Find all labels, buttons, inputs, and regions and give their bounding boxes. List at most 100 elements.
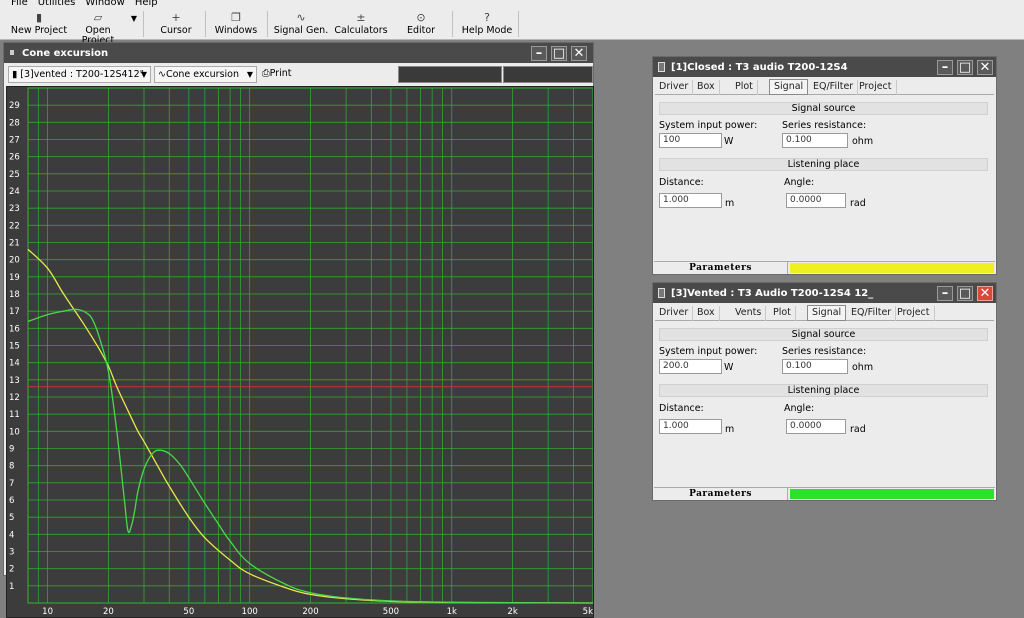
param-window-closed-titlebar[interactable]: [1]Closed : T3 audio T200-12S4 – □ ✕ <box>653 57 996 77</box>
status-indicator <box>790 489 994 499</box>
menu-file[interactable]: File <box>11 0 28 8</box>
plot-type-select[interactable]: ∿Cone excursion ▼ <box>154 66 257 83</box>
y-tick-label: 13 <box>9 376 20 386</box>
tab-plot[interactable]: Plot <box>769 306 796 321</box>
cursor-icon: + <box>171 11 181 24</box>
tab-box[interactable]: Box <box>693 80 720 95</box>
y-tick-label: 5 <box>9 513 14 523</box>
new-project-button[interactable]: ▮ New Project <box>8 9 70 40</box>
power-label: System input power: <box>659 120 758 131</box>
toolbar-separator <box>205 11 206 37</box>
angle-label: Angle: <box>784 403 815 414</box>
param-window-vented: [3]Vented : T3 Audio T200-12S4 12_ – □ ✕… <box>652 282 997 501</box>
y-tick-label: 18 <box>9 290 20 300</box>
project-select[interactable]: ▮ [3]vented : T200-12S412" ▼ <box>8 66 151 83</box>
signal-source-header: Signal source <box>659 102 988 115</box>
distance-input[interactable]: 1.000 <box>659 193 722 208</box>
resistance-unit: ohm <box>852 362 874 373</box>
tab-signal[interactable]: Signal <box>769 79 809 95</box>
tab-eq-filter[interactable]: EQ/Filter <box>809 80 859 95</box>
menu-window[interactable]: Window <box>85 0 124 8</box>
tab-vents[interactable]: Vents <box>731 306 767 321</box>
status-label: Parameters <box>654 488 788 500</box>
project-select-value: [3]vented : T200-12S412" <box>20 69 145 80</box>
angle-input[interactable]: 0.0000 <box>786 419 846 434</box>
open-project-dropdown[interactable]: ▼ <box>128 14 140 24</box>
y-tick-label: 29 <box>9 101 20 111</box>
tab-box[interactable]: Box <box>693 306 720 321</box>
main-toolbar: ▮ New Project ▱ Open Project ▼ + Cursor … <box>0 9 1024 46</box>
angle-input[interactable]: 0.0000 <box>786 193 846 208</box>
param-window-title: [1]Closed : T3 audio T200-12S4 <box>671 62 848 73</box>
status-indicator <box>790 263 994 273</box>
help-mode-button[interactable]: ? Help Mode <box>458 9 516 40</box>
param-window-vented-titlebar[interactable]: [3]Vented : T3 Audio T200-12S4 12_ – □ ✕ <box>653 283 996 303</box>
power-input[interactable]: 100 <box>659 133 722 148</box>
y-tick-label: 16 <box>9 324 20 334</box>
status-label: Parameters <box>654 262 788 274</box>
close-icon[interactable]: ✕ <box>977 60 993 75</box>
chevron-down-icon: ▼ <box>130 14 138 23</box>
print-label: Print <box>269 68 292 79</box>
maximize-icon[interactable]: □ <box>957 60 973 75</box>
toolbar-separator <box>267 11 268 37</box>
minimize-icon[interactable]: – <box>937 286 953 301</box>
graph-window: Cone excursion – □ ✕ ▮ [3]vented : T200-… <box>3 42 594 618</box>
toolbar-separator <box>518 11 519 37</box>
tab-plot[interactable]: Plot <box>731 80 758 95</box>
printer-icon: ⎙ <box>262 68 270 79</box>
window-menu-icon[interactable] <box>10 50 14 55</box>
menu-help[interactable]: Help <box>135 0 158 8</box>
resistance-input[interactable]: 0.100 <box>782 133 848 148</box>
power-label: System input power: <box>659 346 758 357</box>
distance-input[interactable]: 1.000 <box>659 419 722 434</box>
open-project-button[interactable]: ▱ Open Project <box>68 9 128 46</box>
cursor-readout-2 <box>503 66 593 83</box>
tab-driver[interactable]: Driver <box>655 80 694 95</box>
windows-icon: ❐ <box>231 11 241 24</box>
resistance-input[interactable]: 0.100 <box>782 359 848 374</box>
print-button[interactable]: ⎙Print <box>259 66 303 83</box>
window-menu-icon[interactable] <box>658 288 665 298</box>
y-tick-label: 22 <box>9 221 20 231</box>
plot-type-select-value: Cone excursion <box>165 69 240 80</box>
resistance-label: Series resistance: <box>782 346 867 357</box>
y-tick-label: 25 <box>9 170 20 180</box>
tab-driver[interactable]: Driver <box>655 306 694 321</box>
tab-project[interactable]: Project <box>855 80 897 95</box>
maximize-icon[interactable]: □ <box>551 46 567 61</box>
param-tabs: Driver Box Plot Signal EQ/Filter Project <box>655 79 994 95</box>
cursor-button[interactable]: + Cursor <box>150 9 202 40</box>
y-tick-label: 14 <box>9 359 20 369</box>
window-menu-icon[interactable] <box>658 62 665 72</box>
signal-generator-icon: ∿ <box>296 11 306 24</box>
tab-signal[interactable]: Signal <box>807 305 847 321</box>
windows-button[interactable]: ❐ Windows <box>210 9 262 40</box>
tab-eq-filter[interactable]: EQ/Filter <box>847 306 897 321</box>
tab-project[interactable]: Project <box>893 306 935 321</box>
close-icon[interactable]: ✕ <box>977 286 993 301</box>
close-icon[interactable]: ✕ <box>571 46 587 61</box>
y-tick-label: 17 <box>9 307 20 317</box>
minimize-icon[interactable]: – <box>937 60 953 75</box>
y-tick-label: 15 <box>9 342 20 352</box>
chevron-down-icon: ▼ <box>140 70 147 79</box>
calculators-label: Calculators <box>334 25 388 36</box>
distance-unit: m <box>725 198 735 209</box>
minimize-icon[interactable]: – <box>531 46 547 61</box>
editor-button[interactable]: ⊙ Editor <box>394 9 448 40</box>
param-tabs: Driver Box Vents Plot Signal EQ/Filter P… <box>655 305 994 321</box>
graph-window-titlebar[interactable]: Cone excursion – □ ✕ <box>4 43 593 63</box>
y-tick-label: 12 <box>9 393 20 403</box>
signal-generator-button[interactable]: ∿ Signal Gen. <box>272 9 330 40</box>
signal-generator-label: Signal Gen. <box>273 25 329 36</box>
graph-toolbar: ▮ [3]vented : T200-12S412" ▼ ∿Cone excur… <box>6 64 593 86</box>
cone-excursion-chart[interactable]: 1 2 3 4 5 6 7 8 9 10 11 12 13 14 15 16 17 18 19 20 21 22 23 24 2… <box>6 86 594 618</box>
y-tick-label: 19 <box>9 273 20 283</box>
y-tick-label: 24 <box>9 187 20 197</box>
maximize-icon[interactable]: □ <box>957 286 973 301</box>
y-tick-label: 26 <box>9 153 20 163</box>
calculators-button[interactable]: ± Calculators <box>334 9 388 40</box>
power-input[interactable]: 200.0 <box>659 359 722 374</box>
menu-utilities[interactable]: Utilities <box>38 0 76 8</box>
